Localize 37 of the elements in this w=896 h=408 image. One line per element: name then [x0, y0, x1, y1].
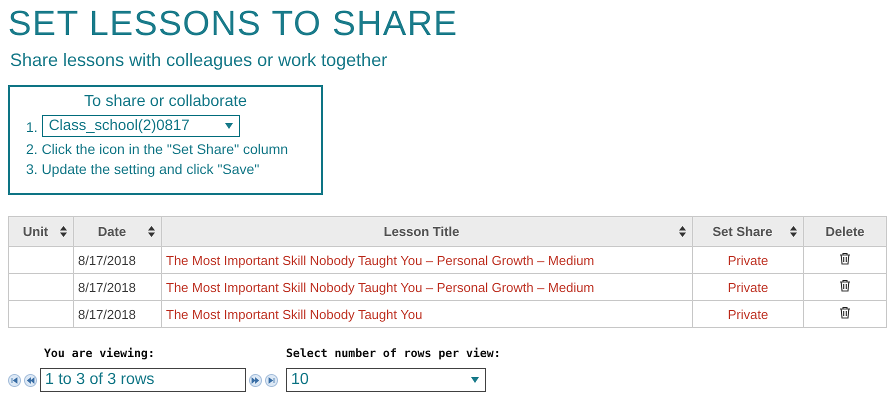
table-cell: 8/17/2018 — [74, 246, 162, 274]
previous-page-icon[interactable] — [24, 374, 37, 386]
class-select[interactable]: Class_school(2)0817 — [42, 115, 240, 137]
column-header[interactable]: Unit — [8, 216, 74, 246]
viewing-label: You are viewing: — [43, 346, 156, 360]
trash-icon[interactable] — [839, 252, 851, 265]
table-cell — [8, 246, 74, 274]
instruction-step: 2. Click the icon in the "Set Share" column — [26, 139, 288, 159]
column-header[interactable]: Date — [74, 216, 162, 246]
page-subtitle: Share lessons with colleagues or work together — [10, 50, 388, 71]
share-setting-link[interactable]: Private — [692, 274, 804, 300]
share-setting-link[interactable]: Private — [692, 246, 804, 274]
instruction-step: 3. Update the setting and click "Save" — [26, 159, 260, 179]
column-header[interactable]: Lesson Title — [162, 216, 692, 246]
rows-per-view-label: Select number of rows per view: — [286, 346, 501, 360]
table-cell — [8, 300, 74, 328]
first-page-icon[interactable] — [8, 374, 21, 386]
last-page-icon[interactable] — [265, 374, 278, 386]
page-title: SET LESSONS TO SHARE — [8, 4, 459, 44]
table-cell — [8, 274, 74, 300]
lesson-title-link[interactable]: The Most Important Skill Nobody Taught You — [162, 300, 692, 328]
trash-icon[interactable] — [839, 279, 851, 292]
step-number: 1. — [26, 118, 38, 137]
column-header: Delete — [804, 216, 886, 246]
lesson-title-link[interactable]: The Most Important Skill Nobody Taught You – Personal Growth – Medium — [162, 246, 692, 274]
table-cell: 8/17/2018 — [74, 300, 162, 328]
rows-per-view-select[interactable]: 10 — [286, 368, 486, 392]
share-setting-link[interactable]: Private — [692, 300, 804, 328]
instructions-heading: To share or collaborate — [83, 93, 248, 111]
lesson-title-link[interactable]: The Most Important Skill Nobody Taught You – Personal Growth – Medium — [162, 274, 692, 300]
column-header[interactable]: Set Share — [692, 216, 804, 246]
next-page-icon[interactable] — [249, 374, 262, 386]
caret-icon — [224, 123, 233, 129]
table-cell: 8/17/2018 — [74, 274, 162, 300]
caret-icon — [471, 377, 479, 383]
trash-icon[interactable] — [839, 306, 851, 319]
viewing-field[interactable]: 1 to 3 of 3 rows — [40, 368, 246, 392]
